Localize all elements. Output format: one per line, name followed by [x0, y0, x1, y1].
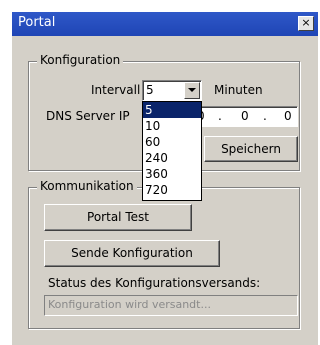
intervall-option[interactable]: 60 — [143, 134, 201, 150]
ip-dot: . — [218, 109, 222, 123]
ip-octet: 0 — [284, 109, 292, 123]
intervall-select[interactable]: 5 — [142, 80, 202, 101]
chevron-down-icon[interactable] — [184, 82, 200, 99]
save-button[interactable]: Speichern — [204, 136, 298, 162]
intervall-option[interactable]: 240 — [143, 150, 201, 166]
send-config-button[interactable]: Sende Konfiguration — [44, 240, 220, 267]
dns-ip-input[interactable]: 0 . 0 . 0 — [190, 106, 298, 127]
kommunikation-legend: Kommunikation — [37, 179, 137, 193]
status-label: Status des Konfigurationsversands: — [48, 276, 261, 290]
portal-test-button[interactable]: Portal Test — [44, 204, 192, 231]
window-title: Portal — [18, 15, 56, 30]
intervall-option[interactable]: 5 — [143, 102, 201, 118]
portal-window: Portal × Konfiguration Intervall 5 Minut… — [12, 12, 318, 345]
intervall-unit-label: Minuten — [214, 83, 263, 97]
close-icon[interactable]: × — [298, 16, 314, 31]
status-field: Konfiguration wird versandt... — [44, 295, 298, 316]
ip-dot: . — [263, 109, 267, 123]
dns-server-ip-label: DNS Server IP — [46, 109, 130, 123]
intervall-option[interactable]: 10 — [143, 118, 201, 134]
intervall-selected-value: 5 — [146, 83, 154, 97]
title-bar[interactable]: Portal × — [12, 12, 318, 36]
intervall-label: Intervall — [91, 83, 141, 97]
konfiguration-legend: Konfiguration — [37, 53, 124, 67]
intervall-option[interactable]: 360 — [143, 166, 201, 182]
ip-octet: 0 — [241, 109, 249, 123]
intervall-dropdown-list[interactable]: 5 10 60 240 360 720 — [142, 101, 202, 201]
intervall-option[interactable]: 720 — [143, 182, 201, 198]
